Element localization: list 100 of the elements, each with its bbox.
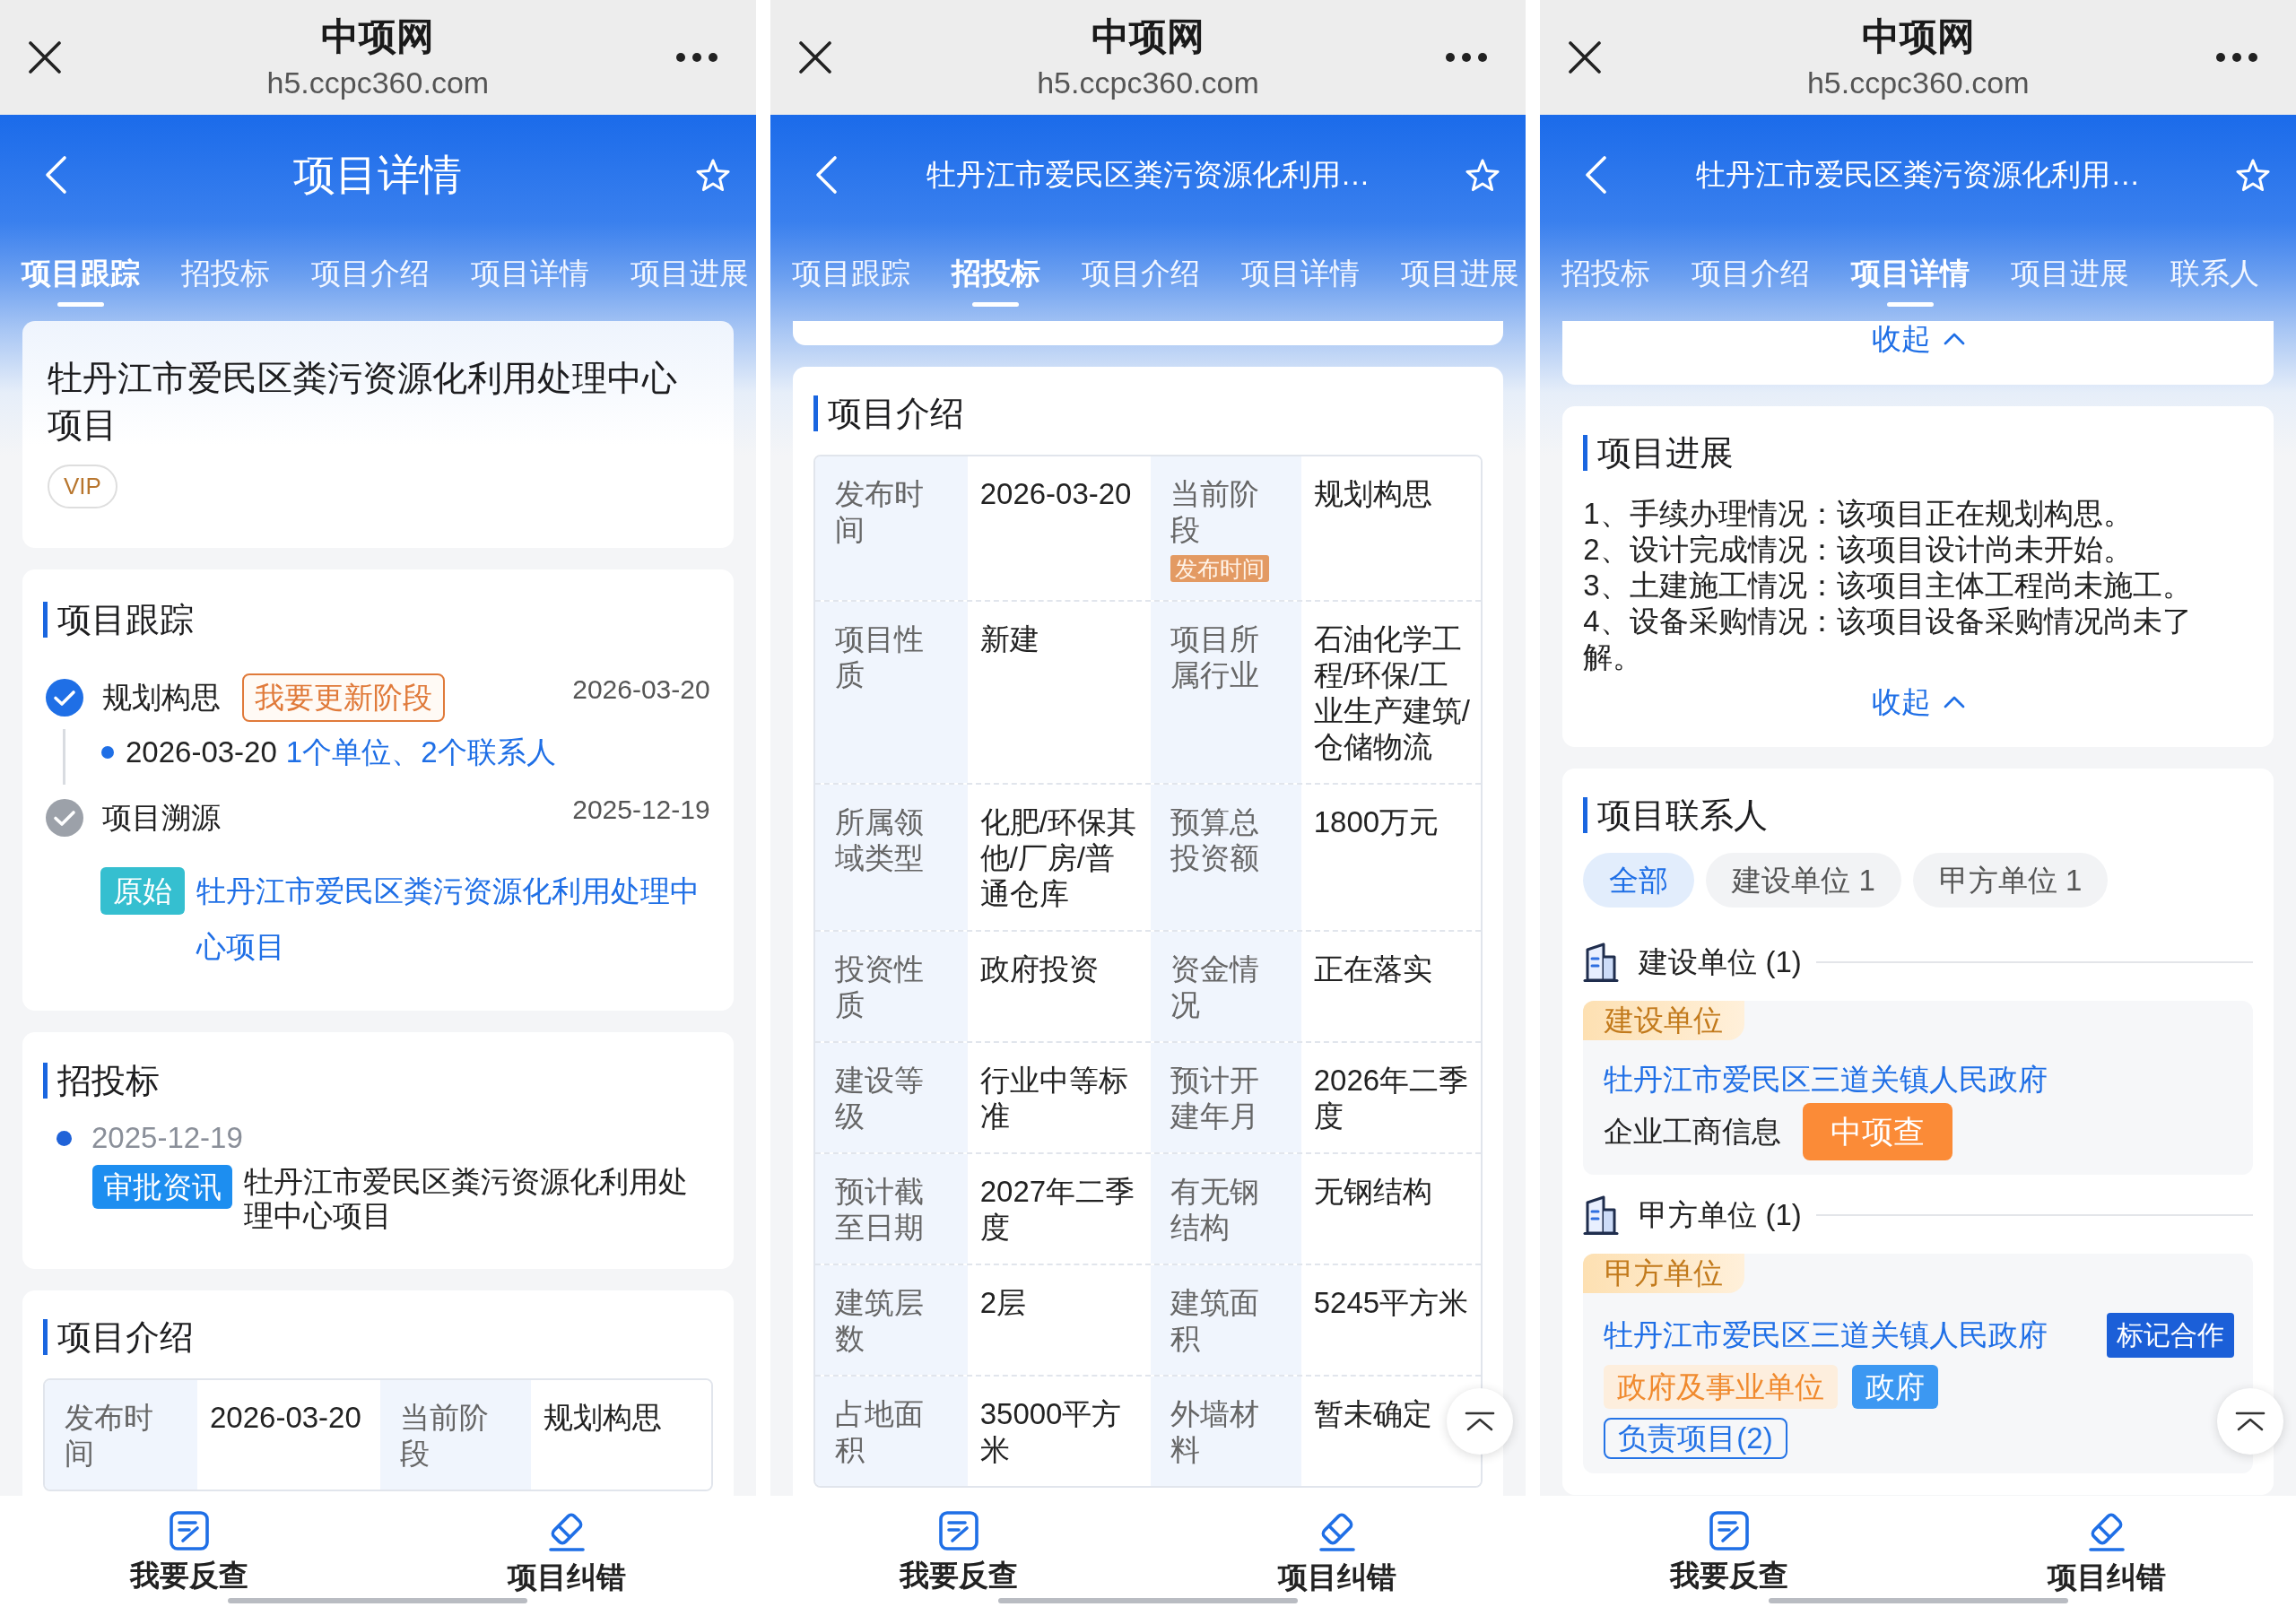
back-icon[interactable]	[813, 155, 838, 195]
toolbar-button[interactable]: 项目纠错	[1277, 1511, 1396, 1595]
timeline-line	[63, 729, 65, 785]
toolbar-button[interactable]: 项目纠错	[2048, 1511, 2167, 1595]
tab[interactable]: 项目进展	[631, 256, 749, 291]
news-tag: 审批资讯	[92, 1165, 232, 1209]
field-label: 项目性质	[834, 621, 925, 693]
field-label: 占地面积	[834, 1396, 925, 1468]
browser-title: 中项网	[321, 14, 435, 59]
tab[interactable]: 项目跟踪	[22, 256, 140, 307]
filter-chip[interactable]: 全部	[1583, 853, 1695, 908]
bidding-title[interactable]: 牡丹江市爱民区粪污资源化利用处理中心项目	[244, 1165, 710, 1233]
tab[interactable]: 项目进展	[1400, 256, 1519, 291]
more-icon[interactable]	[2216, 53, 2257, 62]
back-icon[interactable]	[44, 155, 67, 195]
tab-indicator	[57, 302, 104, 307]
stage-label: 项目溯源	[102, 800, 221, 836]
star-icon[interactable]	[694, 158, 731, 192]
project-title: 牡丹江市爱民区粪污资源化利用处理中心项目	[48, 358, 678, 446]
stage-date: 2025-12-19	[572, 794, 710, 826]
url-text: h5.ccpc360.com	[266, 65, 490, 100]
url-text: h5.ccpc360.com	[1037, 65, 1259, 100]
tab[interactable]: 招投标	[951, 256, 1040, 307]
projects-button[interactable]: 负责项目(2)	[1604, 1418, 1787, 1459]
close-icon[interactable]	[29, 41, 61, 74]
field-value: 1800万元	[1313, 804, 1440, 840]
section-title: 项目进展	[1583, 435, 1735, 471]
field-value: 2026-03-20	[210, 1400, 362, 1436]
filter-chip[interactable]: 甲方单位 1	[1912, 853, 2109, 908]
tab[interactable]: 招投标	[1561, 256, 1651, 291]
document-pen-icon	[1709, 1511, 1749, 1551]
field-label: 发布时间	[834, 476, 925, 548]
field-value: 行业中等标准	[979, 1063, 1129, 1134]
star-icon[interactable]	[2235, 158, 2271, 192]
building-icon	[1583, 1194, 1620, 1236]
tab[interactable]: 项目介绍	[1081, 256, 1200, 291]
field-label: 预计开建年月	[1170, 1063, 1260, 1134]
field-value: 石油化学工程/环保/工业生产建筑/仓储物流	[1313, 621, 1471, 765]
close-icon[interactable]	[798, 41, 831, 74]
contacts-link[interactable]: 1个单位、2个联系人	[285, 734, 556, 770]
toolbar-button[interactable]: 我要反查	[900, 1511, 1019, 1594]
field-label: 有无钢结构	[1170, 1174, 1260, 1246]
browser-title: 中项网	[1861, 14, 1975, 59]
tab[interactable]: 项目详情	[471, 256, 589, 291]
page-title: 项目详情	[293, 150, 463, 200]
tab[interactable]: 项目详情	[1851, 256, 1970, 307]
tab[interactable]: 招投标	[181, 256, 270, 291]
progress-line: 2、设计完成情况：该项目设计尚未开始。	[1583, 532, 2134, 568]
stage-label: 规划构思	[102, 680, 221, 716]
lookup-button[interactable]: 中项查	[1803, 1103, 1953, 1160]
collapse-button[interactable]: 收起	[1871, 684, 1965, 720]
tab[interactable]: 联系人	[2170, 256, 2260, 291]
field-value: 化肥/环保其他/厂房/普通仓库	[979, 804, 1137, 912]
page-title: 牡丹江市爱民区粪污资源化利用…	[926, 157, 1370, 193]
update-stage-button[interactable]: 我要更新阶段	[242, 673, 445, 722]
field-value: 2026-03-20	[979, 476, 1133, 512]
mark-cooperation-button[interactable]: 标记合作	[2107, 1313, 2234, 1358]
stage-tag: 发布时间	[1170, 555, 1269, 582]
chevron-up-icon	[1943, 333, 1965, 345]
close-icon[interactable]	[1569, 41, 1602, 74]
category-tag: 政府及事业单位	[1604, 1365, 1839, 1409]
tab[interactable]: 项目介绍	[311, 256, 430, 291]
collapse-button[interactable]: 收起	[1871, 321, 1965, 357]
toolbar-button[interactable]: 我要反查	[1670, 1511, 1788, 1594]
more-icon[interactable]	[1446, 53, 1488, 62]
field-label: 投资性质	[834, 951, 925, 1023]
toolbar-button[interactable]: 项目纠错	[508, 1511, 626, 1595]
tab[interactable]: 项目跟踪	[791, 256, 910, 291]
field-label: 当前阶段	[1170, 476, 1260, 548]
tab[interactable]: 项目介绍	[1692, 256, 1811, 291]
star-icon[interactable]	[1465, 158, 1501, 192]
chevron-up-bar-icon	[1465, 1412, 1496, 1431]
role-tag: 建设单位	[1583, 1001, 1745, 1040]
chevron-up-icon	[1943, 696, 1965, 708]
progress-line: 1、手续办理情况：该项目正在规划构思。	[1583, 496, 2134, 532]
progress-line: 3、土建施工情况：该项目主体工程尚未施工。	[1583, 568, 2193, 604]
company-link[interactable]: 牡丹江市爱民区三道关镇人民政府	[1604, 1060, 2048, 1099]
company-link[interactable]: 牡丹江市爱民区三道关镇人民政府	[1604, 1316, 2048, 1355]
url-text: h5.ccpc360.com	[1806, 65, 2030, 100]
filter-chip[interactable]: 建设单位 1	[1706, 853, 1901, 908]
toolbar-button[interactable]: 我要反查	[129, 1511, 248, 1594]
project-link[interactable]: 牡丹江市爱民区粪污资源化利用处理中心项目	[196, 864, 710, 975]
field-value: 正在落实	[1313, 951, 1433, 987]
field-value: 2层	[979, 1285, 1028, 1321]
field-label: 预计截至日期	[834, 1174, 925, 1246]
field-value: 暂未确定	[1313, 1396, 1433, 1432]
timeline-date: 2026-03-20	[126, 734, 277, 770]
chevron-up-bar-icon	[2235, 1412, 2266, 1431]
field-label: 所属领域类型	[834, 804, 925, 876]
role-tag: 甲方单位	[1583, 1254, 1745, 1293]
back-icon[interactable]	[1584, 155, 1608, 195]
section-title: 项目介绍	[43, 1319, 194, 1355]
tab[interactable]: 项目详情	[1240, 256, 1360, 291]
more-icon[interactable]	[675, 53, 718, 62]
browser-title: 中项网	[1091, 14, 1205, 59]
document-pen-icon	[939, 1511, 979, 1551]
field-label: 预算总投资额	[1170, 804, 1260, 876]
progress-line: 4、设备采购情况：该项目设备采购情况尚未了解。	[1583, 604, 2193, 675]
tab[interactable]: 项目进展	[2011, 256, 2130, 291]
field-value: 规划构思	[544, 1400, 663, 1436]
